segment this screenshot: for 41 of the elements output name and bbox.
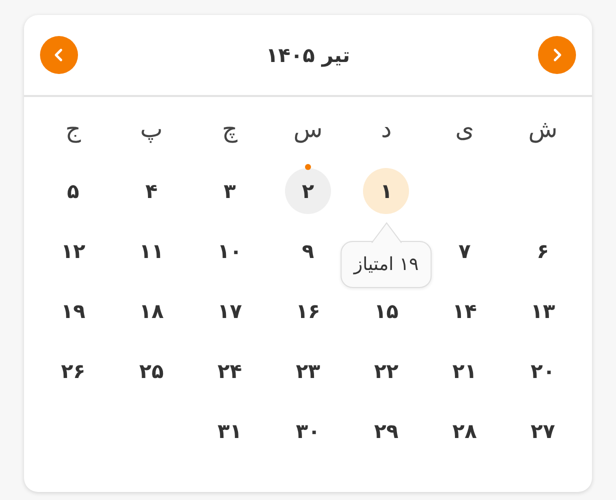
calendar-day[interactable]: ۱۲ [50, 228, 96, 274]
weekday-label: ی [454, 114, 475, 145]
previous-month-button[interactable] [40, 36, 78, 74]
calendar-day[interactable]: ۶ [520, 228, 566, 274]
calendar-day[interactable]: ۲۰ [520, 348, 566, 394]
calendar-day[interactable]: ۴ [128, 168, 174, 214]
calendar-day[interactable]: ۲۷ [520, 408, 566, 454]
calendar-day[interactable]: ۳ [206, 168, 253, 214]
calendar-day[interactable]: ۱۶ [285, 288, 332, 334]
next-month-button[interactable] [538, 36, 576, 74]
calendar-day[interactable]: ۱۱ [128, 228, 174, 274]
calendar-day[interactable]: ۲۵ [128, 348, 174, 394]
weekday-label: ش [527, 114, 559, 145]
calendar-day[interactable]: ۲۴ [206, 348, 253, 394]
calendar-day[interactable]: ۱۴ [442, 288, 488, 334]
calendar-day[interactable]: ۷ [442, 228, 488, 274]
calendar-day[interactable]: ۳۱ [206, 408, 253, 454]
calendar-day[interactable]: ۵ [50, 168, 96, 214]
calendar-day[interactable]: ۱۳ [520, 288, 566, 334]
calendar-day[interactable]: ۱ [363, 168, 410, 214]
calendar-day[interactable]: ۲۳ [285, 348, 332, 394]
weekday-label: ج [64, 114, 82, 145]
calendar-day[interactable]: ۲۸ [442, 408, 488, 454]
calendar-day[interactable]: ۲۶ [50, 348, 96, 394]
calendar-day[interactable]: ۱۵ [363, 288, 410, 334]
today-dot [305, 164, 312, 170]
calendar-day[interactable]: ۳۰ [285, 408, 332, 454]
calendar-day[interactable]: ۲۹ [363, 408, 410, 454]
tooltip-pointer [371, 222, 402, 243]
calendar-day[interactable]: ۱۹ [50, 288, 96, 334]
calendar-day[interactable]: ۲۲ [363, 348, 410, 394]
calendar-day[interactable]: ۱۰ [206, 228, 253, 274]
weekday-label: پ [139, 114, 164, 145]
weekday-label: س [292, 114, 324, 145]
calendar-day[interactable]: ۱۸ [128, 288, 174, 334]
calendar-day[interactable]: ۱۷ [206, 288, 253, 334]
weekday-label: د [380, 114, 393, 145]
calendar-day[interactable]: ۹ [285, 228, 332, 274]
weekday-label: چ [220, 114, 238, 145]
month-title: تیر ۱۴۰۵ [266, 43, 350, 67]
calendar-day[interactable]: ۲۱ [442, 348, 488, 394]
